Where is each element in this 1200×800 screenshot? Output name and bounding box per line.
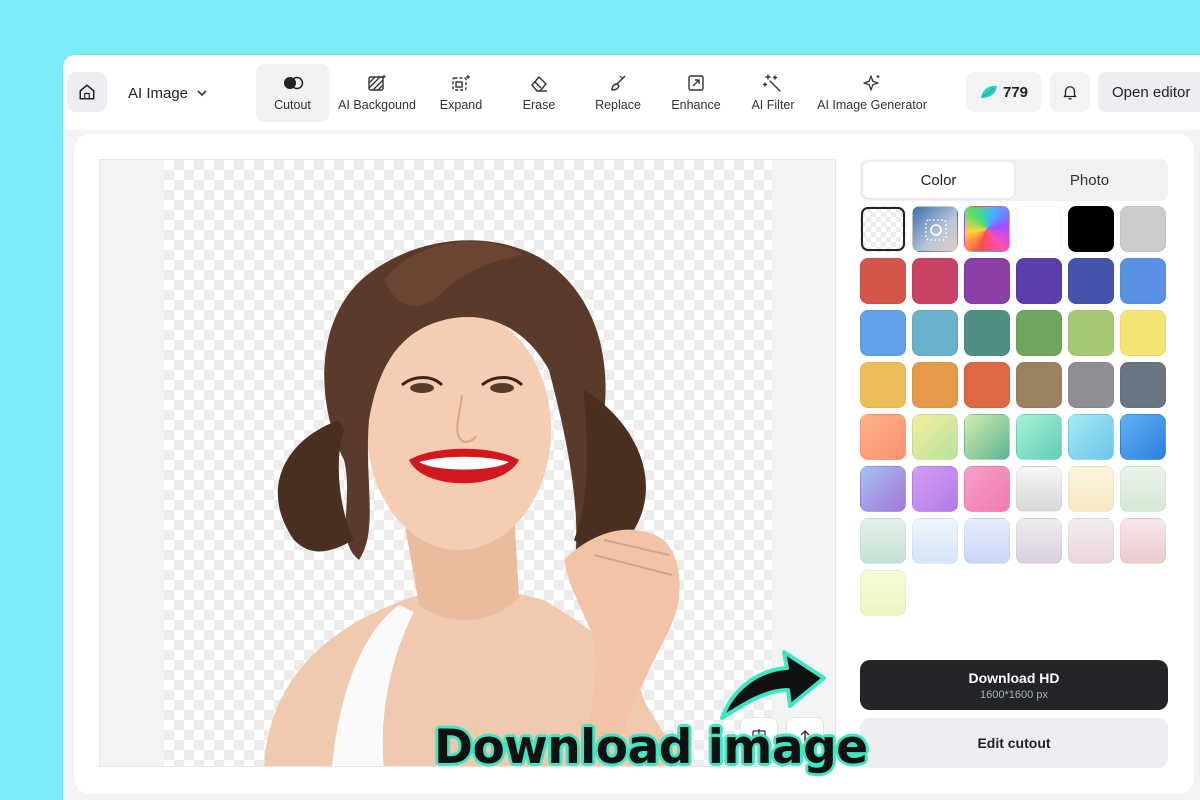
enhance-icon [688, 75, 704, 91]
color-swatch[interactable] [1016, 518, 1062, 564]
mode-dropdown[interactable]: AI Image [128, 81, 208, 105]
tool-label: AI Image Generator [817, 98, 927, 112]
color-swatch[interactable] [1068, 466, 1114, 512]
credit-leaf-icon [980, 85, 997, 98]
color-swatch[interactable] [1120, 258, 1166, 304]
home-button[interactable] [67, 72, 107, 112]
edit-cutout-button[interactable]: Edit cutout [860, 718, 1168, 768]
home-icon [79, 84, 95, 100]
color-swatch[interactable] [1016, 206, 1062, 252]
annotation-label: Download image [434, 720, 868, 775]
cutout-subject-image [264, 240, 693, 766]
color-swatch-grid [860, 206, 1170, 616]
color-swatch[interactable] [860, 570, 906, 616]
color-swatch[interactable] [1120, 414, 1166, 460]
color-swatch[interactable] [1016, 362, 1062, 408]
color-swatch[interactable] [964, 362, 1010, 408]
toolbar: AI Image Cutout AI Backgound Expand Eras… [63, 55, 1200, 130]
color-swatch[interactable] [1120, 518, 1166, 564]
color-swatch[interactable] [860, 414, 906, 460]
app-window: AI Image Cutout AI Backgound Expand Eras… [63, 55, 1200, 800]
color-swatch[interactable] [1120, 466, 1166, 512]
mode-label: AI Image [128, 84, 189, 102]
color-picker-icon [925, 219, 947, 241]
ai-background-icon [368, 75, 386, 91]
color-swatch[interactable] [860, 362, 906, 408]
eraser-icon [531, 76, 547, 92]
tool-cutout[interactable]: Cutout [256, 64, 329, 122]
tool-label: AI Backgound [338, 98, 416, 112]
credits-count: 779 [1002, 83, 1029, 101]
download-hd-button[interactable]: Download HD 1600*1600 px [860, 660, 1168, 710]
curved-arrow-icon [720, 650, 826, 720]
color-swatch[interactable] [1068, 518, 1114, 564]
background-type-tabs: Color Photo [860, 159, 1168, 201]
magic-wand-icon [763, 74, 781, 92]
color-swatch[interactable] [1068, 362, 1114, 408]
background-panel: Color Photo Download HD 1600*1600 px Edi… [860, 159, 1170, 769]
workspace: Color Photo Download HD 1600*1600 px Edi… [74, 134, 1194, 794]
tool-ai-filter[interactable]: AI Filter [745, 64, 801, 122]
sparkle-icon [863, 75, 880, 91]
color-swatch[interactable] [964, 258, 1010, 304]
tool-ai-background[interactable]: AI Backgound [335, 64, 419, 122]
tool-enhance[interactable]: Enhance [665, 64, 727, 122]
credits-badge[interactable]: 779 [966, 72, 1041, 112]
color-swatch[interactable] [1120, 206, 1166, 252]
download-label: Download HD [968, 669, 1060, 686]
color-swatch[interactable] [1120, 310, 1166, 356]
chevron-down-icon [197, 90, 207, 97]
tab-photo[interactable]: Photo [1014, 162, 1165, 198]
color-swatch[interactable] [964, 518, 1010, 564]
color-swatch[interactable] [964, 414, 1010, 460]
download-size: 1600*1600 px [980, 688, 1048, 701]
color-swatch[interactable] [1068, 206, 1114, 252]
color-swatch[interactable] [912, 258, 958, 304]
color-swatch[interactable] [912, 414, 958, 460]
color-swatch[interactable] [1068, 310, 1114, 356]
tool-label: Expand [439, 98, 483, 112]
tool-ai-image-generator[interactable]: AI Image Generator [815, 64, 929, 122]
color-swatch[interactable] [860, 466, 906, 512]
transparent-background [164, 160, 772, 766]
color-swatch[interactable] [1068, 258, 1114, 304]
color-swatch[interactable] [912, 362, 958, 408]
swatch-transparent[interactable] [860, 206, 906, 252]
color-swatch[interactable] [964, 466, 1010, 512]
bell-icon [1063, 86, 1077, 100]
swatch-spectrum[interactable] [964, 206, 1010, 252]
swatch-custom-color[interactable] [912, 206, 958, 252]
tool-replace[interactable]: Replace [587, 64, 649, 122]
color-swatch[interactable] [912, 310, 958, 356]
tool-expand[interactable]: Expand [433, 64, 489, 122]
tab-color[interactable]: Color [863, 162, 1014, 198]
tool-label: Enhance [671, 98, 721, 112]
color-swatch[interactable] [860, 310, 906, 356]
tool-label: Replace [595, 98, 641, 112]
color-swatch[interactable] [912, 466, 958, 512]
expand-icon [452, 75, 470, 91]
color-swatch[interactable] [1068, 414, 1114, 460]
cutout-icon [283, 76, 303, 90]
color-swatch[interactable] [1016, 310, 1062, 356]
tool-label: Cutout [274, 98, 311, 112]
brush-icon [611, 75, 626, 91]
color-swatch[interactable] [860, 258, 906, 304]
color-swatch[interactable] [1016, 258, 1062, 304]
color-swatch[interactable] [1016, 466, 1062, 512]
color-swatch[interactable] [1016, 414, 1062, 460]
color-swatch[interactable] [860, 518, 906, 564]
color-swatch[interactable] [1120, 362, 1166, 408]
tool-label: Erase [522, 98, 556, 112]
tool-label: AI Filter [751, 98, 795, 112]
tool-erase[interactable]: Erase [513, 64, 565, 122]
color-swatch[interactable] [912, 518, 958, 564]
color-swatch[interactable] [964, 310, 1010, 356]
open-editor-button[interactable]: Open editor [1098, 72, 1200, 112]
notifications-button[interactable] [1050, 72, 1090, 112]
